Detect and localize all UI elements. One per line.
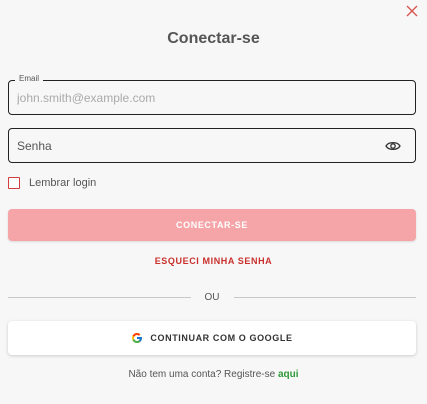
- remember-login-label: Lembrar login: [29, 177, 97, 189]
- divider-line-left: [8, 296, 191, 298]
- password-input[interactable]: [17, 129, 377, 162]
- email-input[interactable]: [17, 81, 377, 114]
- divider-line-right: [233, 296, 416, 298]
- google-button-label: CONTINUAR COM O GOOGLE: [150, 333, 293, 343]
- eye-icon[interactable]: [385, 139, 401, 153]
- google-icon: [132, 333, 143, 343]
- email-field: Email: [8, 74, 416, 115]
- register-text: Não tem uma conta? Registre-se: [128, 369, 276, 380]
- or-divider: OU: [8, 290, 416, 304]
- remember-login-checkbox[interactable]: Lembrar login: [8, 177, 96, 189]
- checkbox-box[interactable]: [8, 177, 20, 189]
- divider-text: OU: [204, 291, 220, 303]
- forgot-password-link[interactable]: ESQUECI MINHA SENHA: [0, 256, 427, 266]
- connect-button[interactable]: CONECTAR-SE: [8, 209, 416, 241]
- register-link[interactable]: aqui: [278, 369, 299, 380]
- google-signin-button[interactable]: CONTINUAR COM O GOOGLE: [8, 321, 416, 355]
- dialog-title: Conectar-se: [167, 30, 260, 47]
- password-field: [8, 128, 416, 163]
- close-icon[interactable]: [405, 4, 419, 18]
- register-prompt: Não tem uma conta? Registre-se aqui: [0, 369, 427, 380]
